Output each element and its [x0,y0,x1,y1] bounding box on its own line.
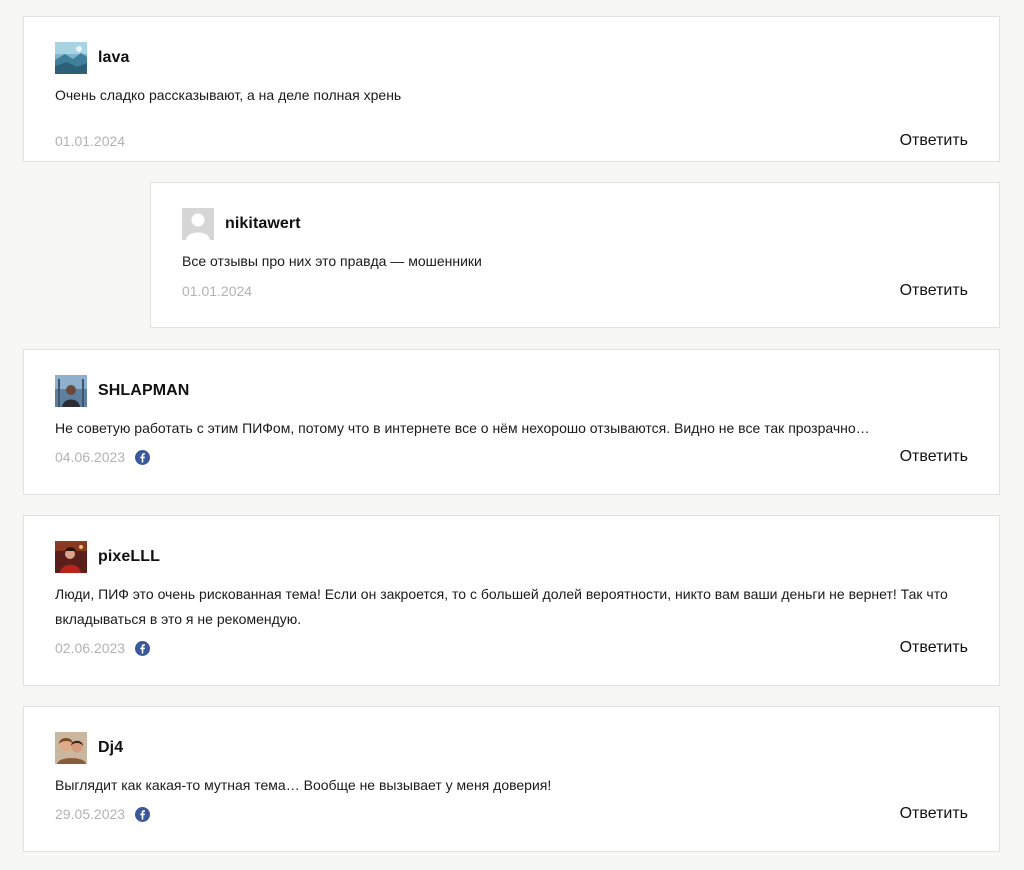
comment-card: lava Очень сладко рассказывают, а на дел… [23,16,1000,162]
landscape-photo-avatar [55,42,87,74]
comment-text: Все отзывы про них это правда — мошенник… [182,253,482,269]
comment-author: Dj4 [98,739,124,756]
comment-meta: 01.01.2024 [55,131,125,151]
comment-header: nikitawert [182,208,301,240]
comment-date: 29.05.2023 [55,806,126,822]
comment-meta: 04.06.2023 [55,447,151,467]
comment-text: Очень сладко рассказывают, а на деле пол… [55,87,402,103]
comment-date: 01.01.2024 [182,283,253,299]
comment-meta: 02.06.2023 [55,638,151,658]
person-photo-avatar [55,375,87,407]
comment-card: Dj4 Выглядит как какая-то мутная тема… В… [23,706,1000,852]
comment-meta: 01.01.2024 [182,281,252,301]
couple-photo-avatar [55,732,87,764]
comment-header: SHLAPMAN [55,375,189,407]
facebook-icon [135,640,151,656]
comment-author: nikitawert [225,215,301,232]
comment-author: lava [98,49,130,66]
reply-button[interactable]: Ответить [900,447,968,467]
comments-list: lava Очень сладко рассказывают, а на дел… [0,0,1024,870]
default-user-avatar [182,208,214,240]
reply-button[interactable]: Ответить [900,131,968,151]
comment-text: Люди, ПИФ это очень рискованная тема! Ес… [55,586,948,627]
facebook-icon [135,449,151,465]
comment-author: SHLAPMAN [98,382,190,399]
comment-header: pixeLLL [55,541,160,573]
comment-text: Не советую работать с этим ПИФом, потому… [55,420,870,436]
reply-button[interactable]: Ответить [900,804,968,824]
comment-date: 04.06.2023 [55,449,126,465]
reply-button[interactable]: Ответить [900,281,968,301]
person-photo-avatar [55,541,87,573]
comment-header: lava [55,42,130,74]
facebook-icon [135,806,151,822]
comment-card: pixeLLL Люди, ПИФ это очень рискованная … [23,515,1000,686]
comment-date: 02.06.2023 [55,640,126,656]
reply-comment-card: nikitawert Все отзывы про них это правда… [150,182,1000,328]
comment-text: Выглядит как какая-то мутная тема… Вообщ… [55,777,552,793]
comment-author: pixeLLL [98,548,161,565]
reply-button[interactable]: Ответить [900,638,968,658]
comment-meta: 29.05.2023 [55,804,151,824]
comment-card: SHLAPMAN Не советую работать с этим ПИФо… [23,349,1000,495]
comment-date: 01.01.2024 [55,133,126,149]
comment-header: Dj4 [55,732,123,764]
